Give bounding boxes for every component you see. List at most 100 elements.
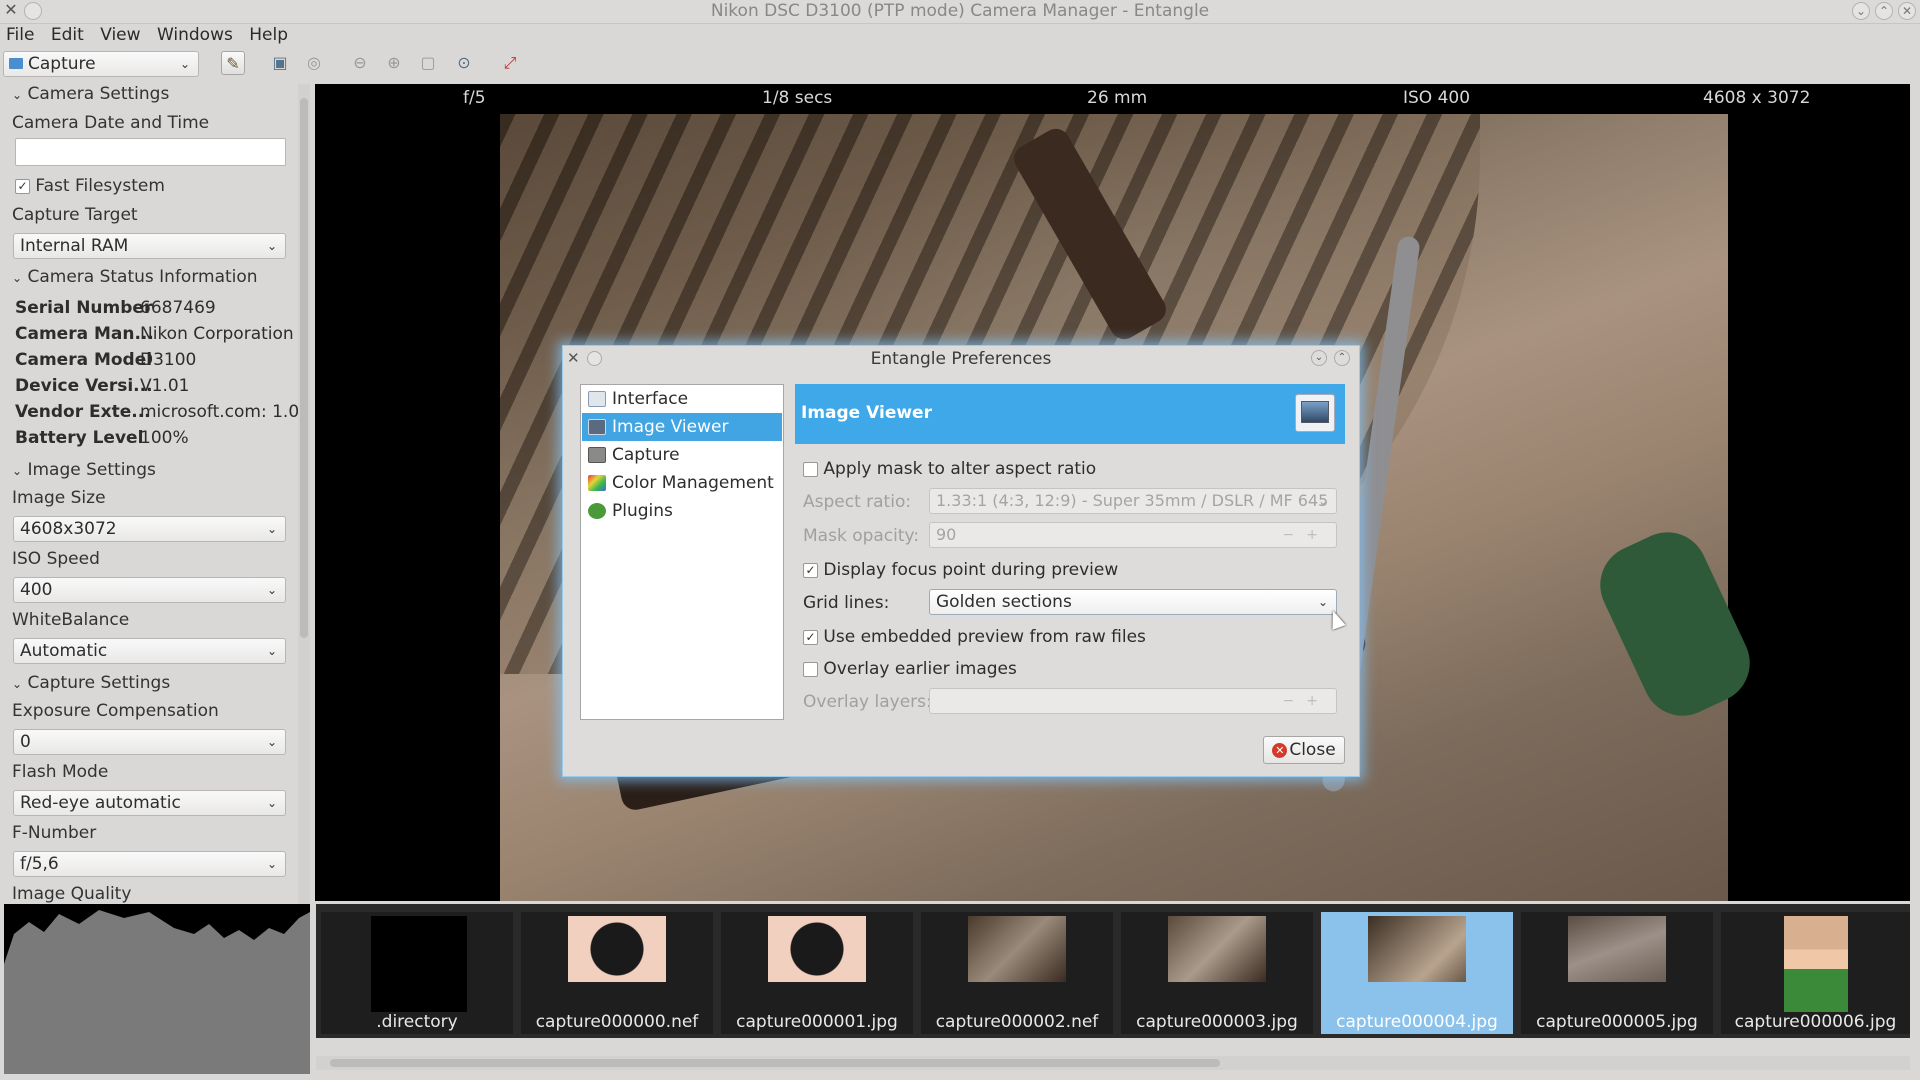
- scrollbar-thumb[interactable]: [330, 1059, 1220, 1067]
- thumbnail-image: [1368, 916, 1466, 982]
- category-label: Color Management: [612, 473, 774, 493]
- zoom-in-icon[interactable]: ⊕: [382, 51, 406, 75]
- grid-lines-select[interactable]: Golden sections ⌄: [929, 589, 1337, 615]
- focal-length-readout: 26 mm: [1087, 88, 1148, 108]
- category-image-viewer[interactable]: Image Viewer: [582, 413, 782, 441]
- section-camera-settings[interactable]: ⌄ Camera Settings: [12, 84, 169, 104]
- overlay-row[interactable]: Overlay earlier images: [803, 659, 1017, 679]
- thumbnail-item-selected[interactable]: capture000004.jpg: [1321, 912, 1513, 1034]
- menu-view[interactable]: View: [100, 22, 140, 48]
- scrollbar-thumb[interactable]: [300, 98, 308, 638]
- overlay-layers-spinner[interactable]: −+: [929, 688, 1337, 714]
- menu-help[interactable]: Help: [249, 22, 288, 48]
- category-label: Plugins: [612, 501, 673, 521]
- menu-windows[interactable]: Windows: [157, 22, 233, 48]
- menu-file[interactable]: File: [6, 22, 34, 48]
- chevron-down-icon: ⌄: [266, 644, 277, 658]
- white-balance-select[interactable]: Automatic ⌄: [13, 638, 286, 664]
- page-title: Image Viewer: [801, 403, 932, 423]
- capture-target-select[interactable]: Internal RAM ⌄: [13, 233, 286, 259]
- thumbnail-item[interactable]: capture000006.jpg: [1721, 912, 1910, 1034]
- image-size-value: 4608x3072: [20, 519, 117, 539]
- exposure-select[interactable]: 0 ⌄: [13, 729, 286, 755]
- embedded-preview-row[interactable]: ✓ Use embedded preview from raw files: [803, 627, 1146, 647]
- preview-icon[interactable]: ◎: [302, 51, 326, 75]
- dialog-maximize-icon[interactable]: ⌃: [1334, 350, 1350, 366]
- filmstrip-scrollbar[interactable]: [316, 1056, 1910, 1070]
- status-key: Serial Number: [15, 298, 153, 318]
- section-image-settings[interactable]: ⌄ Image Settings: [12, 460, 156, 480]
- mode-selector-value: Capture: [28, 54, 96, 74]
- mask-opacity-value: 90: [936, 525, 957, 544]
- fast-filesystem-row[interactable]: ✓ Fast Filesystem: [15, 176, 165, 196]
- fast-filesystem-label: Fast Filesystem: [35, 176, 165, 196]
- thumbnail-item[interactable]: capture000002.nef: [921, 912, 1113, 1034]
- dialog-minimize-icon[interactable]: ⌄: [1311, 350, 1327, 366]
- category-capture[interactable]: Capture: [582, 441, 782, 469]
- window-title: Nikon DSC D3100 (PTP mode) Camera Manage…: [710, 1, 1210, 21]
- chevron-expanded-icon: ⌄: [12, 677, 23, 691]
- capture-icon[interactable]: ▣: [268, 51, 292, 75]
- category-interface[interactable]: Interface: [582, 385, 782, 413]
- section-capture-settings[interactable]: ⌄ Capture Settings: [12, 673, 170, 693]
- preferences-dialog: Entangle Preferences ✕ ⌄ ⌃ Interface Ima…: [562, 345, 1360, 777]
- close-button[interactable]: ✕ Close: [1263, 736, 1345, 764]
- chevron-down-icon: ⌄: [266, 796, 277, 810]
- thumbnail-name: capture000002.nef: [935, 1012, 1099, 1032]
- thumbnail-item[interactable]: capture000001.jpg: [721, 912, 913, 1034]
- window-maximize-icon[interactable]: ⌃: [1875, 2, 1893, 20]
- status-value: Nikon Corporation: [140, 324, 294, 344]
- thumbnail-name: capture000003.jpg: [1136, 1012, 1298, 1032]
- fullscreen-icon[interactable]: ⤢: [498, 51, 522, 75]
- focus-point-checkbox[interactable]: ✓: [803, 562, 818, 578]
- flash-mode-select[interactable]: Red-eye automatic ⌄: [13, 790, 286, 816]
- window-close-right-icon[interactable]: ✕: [1898, 2, 1916, 20]
- histogram-chart: [4, 910, 310, 1074]
- shutter-readout: 1/8 secs: [762, 88, 833, 108]
- mode-selector[interactable]: Capture ⌄: [3, 51, 199, 77]
- thumbnail-item[interactable]: capture000005.jpg: [1521, 912, 1713, 1034]
- dialog-sticky-icon[interactable]: [587, 351, 602, 366]
- f-number-select[interactable]: f/5,6 ⌄: [13, 851, 286, 877]
- thumbnail-item[interactable]: .directory: [321, 912, 513, 1034]
- category-plugins[interactable]: Plugins: [582, 497, 782, 525]
- menu-edit[interactable]: Edit: [51, 22, 84, 48]
- camera-date-field[interactable]: [15, 138, 286, 166]
- zoom-best-icon[interactable]: ⊙: [452, 51, 476, 75]
- overlay-checkbox[interactable]: [803, 661, 818, 677]
- thumbnail-item[interactable]: capture000003.jpg: [1121, 912, 1313, 1034]
- iso-label: ISO Speed: [12, 549, 100, 569]
- grid-lines-value: Golden sections: [936, 592, 1072, 612]
- embedded-preview-checkbox[interactable]: ✓: [803, 629, 818, 645]
- fast-filesystem-checkbox[interactable]: ✓: [15, 178, 30, 194]
- iso-select[interactable]: 400 ⌄: [13, 577, 286, 603]
- status-key: Device Versi...: [15, 376, 153, 396]
- dialog-close-icon[interactable]: ✕: [567, 349, 580, 367]
- window-titlebar: ✕ Nikon DSC D3100 (PTP mode) Camera Mana…: [0, 0, 1920, 24]
- thumbnail-item[interactable]: capture000000.nef: [521, 912, 713, 1034]
- section-camera-status[interactable]: ⌄ Camera Status Information: [12, 267, 258, 287]
- focus-point-row[interactable]: ✓ Display focus point during preview: [803, 560, 1118, 580]
- mask-opacity-spinner[interactable]: 90 −+: [929, 522, 1337, 548]
- zoom-out-icon[interactable]: ⊖: [348, 51, 372, 75]
- image-size-select[interactable]: 4608x3072 ⌄: [13, 516, 286, 542]
- preferences-icon[interactable]: ✎: [221, 51, 245, 75]
- flash-mode-value: Red-eye automatic: [20, 793, 181, 813]
- window-minimize-icon[interactable]: ⌄: [1852, 2, 1870, 20]
- folder-icon: [9, 58, 23, 69]
- category-color-management[interactable]: Color Management: [582, 469, 782, 497]
- aspect-ratio-label: Aspect ratio:: [803, 492, 912, 512]
- thumbnail-image: [968, 916, 1066, 982]
- thumbnail-image: [1568, 916, 1666, 982]
- zoom-normal-icon[interactable]: ▢: [416, 51, 440, 75]
- histogram: [4, 904, 310, 1074]
- mask-row[interactable]: Apply mask to alter aspect ratio: [803, 459, 1096, 479]
- iso-value: 400: [20, 580, 53, 600]
- chevron-down-icon: ⌄: [266, 522, 277, 536]
- sidebar-scrollbar[interactable]: [298, 84, 310, 904]
- status-key: Battery Level: [15, 428, 144, 448]
- aspect-ratio-select[interactable]: 1.33:1 (4:3, 12:9) - Super 35mm / DSLR /…: [929, 488, 1337, 514]
- thumbnail-image: [768, 916, 866, 982]
- settings-sidebar: ⌄ Camera Settings Camera Date and Time ✓…: [0, 84, 298, 904]
- mask-checkbox[interactable]: [803, 461, 818, 477]
